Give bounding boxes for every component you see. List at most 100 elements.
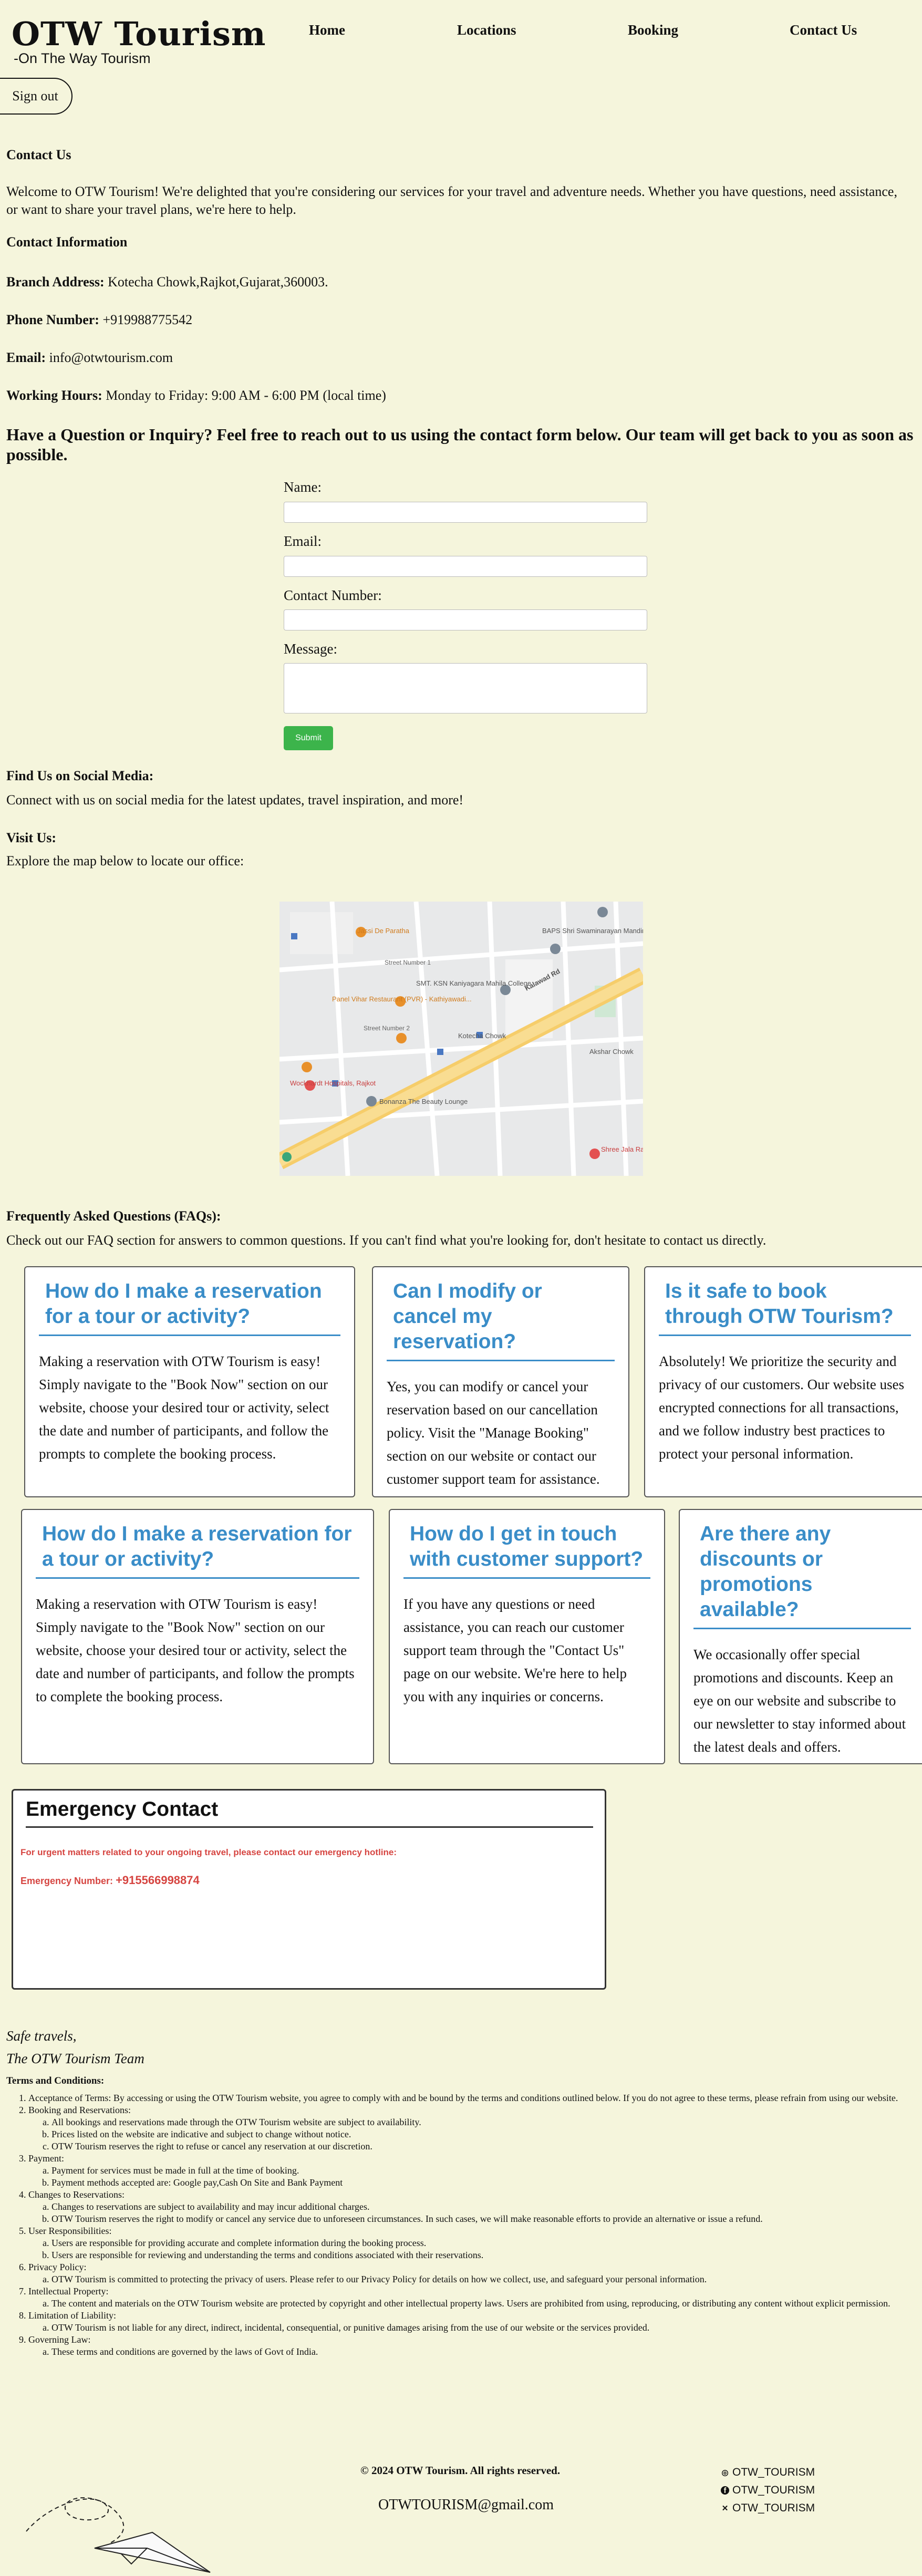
faq-answer: Making a reservation with OTW Tourism is… <box>36 1596 355 1704</box>
faq-question: Are there any discounts or promotions av… <box>693 1522 911 1629</box>
terms-item-text: Governing Law: <box>28 2334 91 2345</box>
place-pin-icon <box>597 907 608 917</box>
terms-item-text: User Responsibilities: <box>28 2226 112 2236</box>
faq-card: Is it safe to book through OTW Tourism? … <box>644 1266 922 1497</box>
email-address: Email: info@otwtourism.com <box>6 350 173 366</box>
footer-social-instagram[interactable]: ◎ OTW_TOURISM <box>721 2466 815 2479</box>
sign-out-button[interactable]: Sign out <box>0 78 72 115</box>
terms-item: Payment:Payment for services must be mad… <box>28 2153 910 2189</box>
terms-subitem: OTW Tourism is committed to protecting t… <box>51 2273 910 2285</box>
email-label: Email: <box>6 350 46 365</box>
branch-value: Kotecha Chowk,Rajkot,Gujarat,360003. <box>108 274 328 289</box>
terms-item-text: Intellectual Property: <box>28 2286 109 2296</box>
nav-contact-us[interactable]: Contact Us <box>790 22 857 38</box>
contact-number-input[interactable] <box>284 609 647 630</box>
brand-logo: OTW Tourism <box>12 15 266 53</box>
terms-heading: Terms and Conditions: <box>6 2075 105 2086</box>
nav-booking[interactable]: Booking <box>628 22 678 38</box>
email-field-label: Email: <box>284 533 322 549</box>
phone-value: +919988775542 <box>102 312 193 327</box>
signoff-line2: The OTW Tourism Team <box>6 2051 144 2066</box>
hours-value: Monday to Friday: 9:00 AM - 6:00 PM (loc… <box>106 388 386 403</box>
social-heading: Find Us on Social Media: <box>6 768 154 783</box>
map-label-bonanza: Bonanza The Beauty Lounge <box>379 1098 468 1105</box>
office-map[interactable]: Jassi De Paratha BAPS Shri Swaminarayan … <box>279 902 643 1176</box>
form-heading-line1: Have a Question or Inquiry? Feel free to… <box>6 425 918 444</box>
faq-intro: Check out our FAQ section for answers to… <box>6 1233 766 1248</box>
message-textarea[interactable] <box>284 663 647 713</box>
name-input[interactable] <box>284 502 647 523</box>
faq-answer: We occasionally offer special promotions… <box>693 1647 906 1755</box>
terms-subitem: Users are responsible for providing accu… <box>51 2237 910 2249</box>
phone-number: Phone Number: +919988775542 <box>6 312 192 328</box>
faq-answer: Absolutely! We prioritize the security a… <box>659 1353 905 1462</box>
faq-question: Can I modify or cancel my reservation? <box>387 1279 615 1361</box>
x-icon: ✕ <box>721 2504 729 2513</box>
emergency-number-label: Emergency Number: <box>20 1876 113 1886</box>
map-label-wockhardt: Wockhardt Hospitals, Rajkot <box>290 1079 376 1087</box>
terms-item: Intellectual Property: The content and ma… <box>28 2285 910 2310</box>
social-text: Connect with us on social media for the … <box>6 792 464 808</box>
paper-plane-icon <box>26 2497 211 2573</box>
restaurant-pin-icon <box>396 1033 407 1043</box>
terms-item-text: Privacy Policy: <box>28 2262 87 2272</box>
submit-button[interactable]: Submit <box>284 726 333 750</box>
hours-label: Working Hours: <box>6 388 102 403</box>
map-label-street2: Street Number 2 <box>364 1025 410 1032</box>
faq-card: How do I make a reservation for a tour o… <box>24 1266 355 1497</box>
faq-card: Can I modify or cancel my reservation? Y… <box>372 1266 629 1497</box>
social-label: OTW_TOURISM <box>732 2502 815 2514</box>
terms-item-text: Booking and Reservations: <box>28 2105 131 2115</box>
map-label-street1: Street Number 1 <box>385 959 431 966</box>
footer-social-facebook[interactable]: f OTW_TOURISM <box>721 2484 815 2497</box>
faq-heading: Frequently Asked Questions (FAQs): <box>6 1208 221 1224</box>
emergency-heading: Emergency Contact <box>26 1798 219 1820</box>
emergency-number-value[interactable]: +915566998874 <box>116 1874 200 1887</box>
terms-sublist: Payment for services must be made in ful… <box>28 2165 910 2189</box>
footer-copyright: © 2024 OTW Tourism. All rights reserved. <box>360 2464 561 2477</box>
terms-item: Booking and Reservations:All bookings an… <box>28 2104 910 2153</box>
terms-item: Governing Law:These terms and conditions… <box>28 2334 910 2358</box>
terms-item-text: Payment: <box>28 2153 64 2164</box>
branch-label: Branch Address: <box>6 274 105 289</box>
faq-answer: Making a reservation with OTW Tourism is… <box>39 1353 329 1462</box>
emergency-number: Emergency Number: +915566998874 <box>20 1874 200 1887</box>
terms-item: Changes to Reservations:Changes to reser… <box>28 2189 910 2225</box>
faq-question: Is it safe to book through OTW Tourism? <box>659 1279 911 1336</box>
welcome-text: Welcome to OTW Tourism! We're delighted … <box>6 184 897 217</box>
faq-answer: Yes, you can modify or cancel your reser… <box>387 1379 600 1487</box>
faq-card: Are there any discounts or promotions av… <box>679 1509 922 1764</box>
footer-social-x[interactable]: ✕ OTW_TOURISM <box>721 2502 815 2515</box>
footer-email[interactable]: OTWTOURISM@gmail.com <box>378 2497 554 2513</box>
terms-sublist: All bookings and reservations made throu… <box>28 2116 910 2153</box>
nav-home[interactable]: Home <box>309 22 345 38</box>
email-value: info@otwtourism.com <box>49 350 173 365</box>
instagram-icon: ◎ <box>721 2468 729 2477</box>
name-label: Name: <box>284 479 322 495</box>
divider <box>26 1826 593 1828</box>
email-input[interactable] <box>284 556 647 577</box>
park-pin-icon <box>282 1152 292 1162</box>
visit-text: Explore the map below to locate our offi… <box>6 853 244 868</box>
map-label-baps: BAPS Shri Swaminarayan Mandir, Rajkot <box>542 927 643 935</box>
faq-question: How do I make a reservation for a tour o… <box>39 1279 340 1336</box>
emergency-message: For urgent matters related to your ongoi… <box>20 1847 397 1857</box>
contact-info-heading: Contact Information <box>6 234 128 250</box>
terms-sublist: Users are responsible for providing accu… <box>28 2237 910 2261</box>
terms-sublist: The content and materials on the OTW Tou… <box>28 2298 910 2310</box>
map-label-jassi: Jassi De Paratha <box>357 927 410 935</box>
terms-item-text: Changes to Reservations: <box>28 2189 125 2200</box>
terms-item: Privacy Policy:OTW Tourism is committed … <box>28 2261 910 2285</box>
terms-subitem: OTW Tourism is not liable for any direct… <box>51 2322 910 2334</box>
terms-sublist: These terms and conditions are governed … <box>28 2346 910 2358</box>
map-label-shree: Shree Jala Raghukul <box>601 1145 643 1153</box>
nav-locations[interactable]: Locations <box>457 22 516 38</box>
place-pin-icon <box>366 1096 377 1106</box>
hospital-pin-icon <box>589 1149 600 1159</box>
contact-heading: Contact Us <box>6 147 71 162</box>
visit-heading: Visit Us: <box>6 830 57 845</box>
terms-subitem: Prices listed on the website are indicat… <box>51 2128 910 2140</box>
social-label: OTW_TOURISM <box>732 2484 815 2496</box>
facebook-icon: f <box>721 2486 729 2495</box>
terms-subitem: OTW Tourism reserves the right to refuse… <box>51 2140 910 2153</box>
